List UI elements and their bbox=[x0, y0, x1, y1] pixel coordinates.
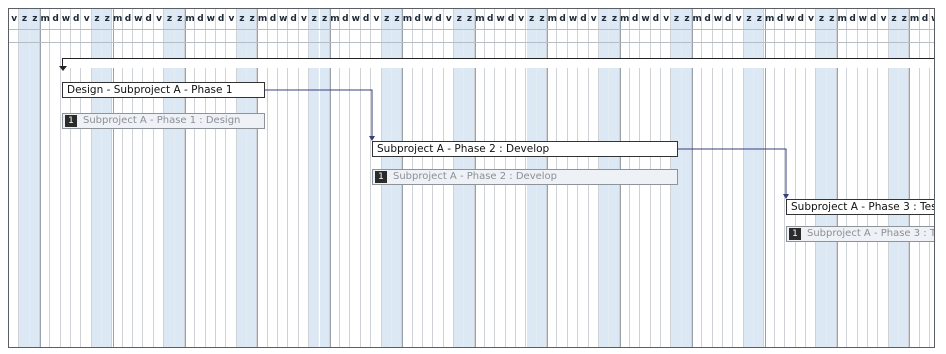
resource-bar-design[interactable]: 1 Subproject A - Phase 1 : Design bbox=[62, 113, 265, 129]
resource-label: Subproject A - Phase 1 : Design bbox=[83, 115, 241, 126]
dependency-link-phase1-phase2 bbox=[265, 89, 373, 139]
resource-count-badge: 1 bbox=[375, 171, 387, 183]
task-bar-test[interactable]: Subproject A - Phase 3 : Test bbox=[786, 199, 935, 215]
resource-label: Subproject A - Phase 2 : Develop bbox=[393, 171, 558, 182]
task-label: Subproject A - Phase 2 : Develop bbox=[377, 143, 550, 155]
task-bar-design[interactable]: Design - Subproject A - Phase 1 bbox=[62, 82, 265, 98]
gantt-chart: vzzmdwdvzzmdwdvzzmdwdvzzmdwdvzzmdwdvzzmd… bbox=[8, 8, 935, 348]
resource-count-badge: 1 bbox=[789, 228, 801, 240]
resource-bar-develop[interactable]: 1 Subproject A - Phase 2 : Develop bbox=[372, 169, 678, 185]
dependency-link-phase2-phase3 bbox=[678, 148, 787, 197]
task-label: Design - Subproject A - Phase 1 bbox=[67, 84, 233, 96]
task-bar-develop[interactable]: Subproject A - Phase 2 : Develop bbox=[372, 141, 678, 157]
resource-bar-test[interactable]: 1 Subproject A - Phase 3 : Test bbox=[786, 226, 935, 242]
resource-label: Subproject A - Phase 3 : Test bbox=[807, 228, 935, 239]
resource-count-badge: 1 bbox=[65, 115, 77, 127]
task-label: Subproject A - Phase 3 : Test bbox=[791, 201, 935, 213]
